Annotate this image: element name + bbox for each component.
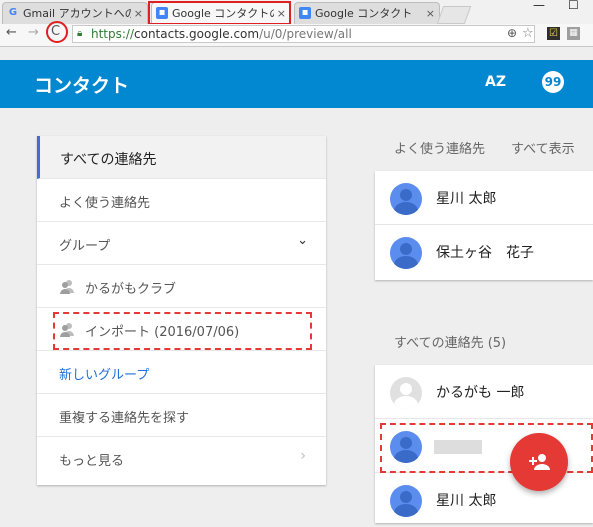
frequent-heading: よく使う連絡先 bbox=[394, 142, 486, 157]
avatar bbox=[390, 377, 422, 409]
avatar bbox=[390, 237, 422, 269]
frequent-contacts-card: 星川 太郎 保土ヶ谷 花子 bbox=[375, 171, 593, 280]
sidebar-nav: すべての連絡先 よく使う連絡先 グループ ⌄ かるがもクラブ インポート (20… bbox=[37, 136, 326, 485]
contact-row[interactable]: 星川 太郎 bbox=[375, 171, 593, 225]
forward-button[interactable]: → bbox=[28, 25, 39, 40]
contacts-favicon: ▪ bbox=[299, 7, 311, 19]
contact-row[interactable]: かるがも 一郎 bbox=[375, 365, 593, 419]
extension-icon[interactable]: ☑ bbox=[547, 27, 560, 40]
app-header: コンタクト AZ 99 bbox=[0, 60, 593, 108]
browser-tabstrip: G Gmail アカウントへの追 × ▪ Google コンタクトのプレ × ▪… bbox=[0, 0, 593, 24]
maximize-button[interactable]: ☐ bbox=[568, 0, 579, 12]
chat-bubble-icon[interactable]: 99 bbox=[542, 71, 564, 93]
avatar bbox=[390, 485, 422, 517]
address-bar[interactable]: 🔒︎ https://contacts.google.com/u/0/previ… bbox=[72, 25, 535, 43]
chevron-down-icon[interactable]: ⌄ bbox=[297, 233, 308, 248]
app-title: コンタクト bbox=[34, 75, 130, 97]
show-all-link[interactable]: すべて表示 bbox=[511, 138, 575, 157]
lock-icon: 🔒︎ bbox=[77, 28, 83, 39]
reload-highlight-circle bbox=[46, 21, 68, 43]
avatar bbox=[390, 183, 422, 215]
tab-highlight-box bbox=[148, 1, 291, 25]
sort-az-icon[interactable]: AZ bbox=[485, 74, 506, 90]
tab-gmail[interactable]: G Gmail アカウントへの追 × bbox=[2, 2, 148, 24]
url-text: https://contacts.google.com/u/0/preview/… bbox=[91, 27, 352, 41]
contact-row[interactable]: 保土ヶ谷 花子 bbox=[375, 225, 593, 279]
tab-close-icon[interactable]: × bbox=[134, 3, 143, 24]
import-highlight-box bbox=[53, 312, 312, 350]
tab-close-icon[interactable]: × bbox=[426, 3, 435, 24]
chevron-right-icon: › bbox=[300, 448, 306, 464]
google-g-icon: G bbox=[8, 7, 18, 18]
sidebar-item-frequent[interactable]: よく使う連絡先 bbox=[37, 179, 326, 222]
sidebar-item-find-duplicates[interactable]: 重複する連絡先を探す bbox=[37, 394, 326, 437]
add-person-icon bbox=[529, 454, 550, 470]
extension-icon[interactable]: ▦ bbox=[567, 27, 580, 40]
group-icon bbox=[60, 280, 74, 294]
sidebar-item-groups[interactable]: グループ ⌄ bbox=[37, 222, 326, 265]
new-tab-button[interactable] bbox=[436, 6, 472, 24]
sidebar-item-group-karugamo[interactable]: かるがもクラブ bbox=[37, 265, 326, 308]
bookmark-star-icon[interactable]: ☆ bbox=[522, 26, 534, 41]
back-button[interactable]: ← bbox=[6, 25, 17, 40]
tab-contacts[interactable]: ▪ Google コンタクト × bbox=[294, 2, 440, 24]
zoom-icon[interactable]: ⊕ bbox=[507, 26, 517, 40]
sidebar-item-all-contacts[interactable]: すべての連絡先 bbox=[37, 136, 326, 179]
add-contact-button[interactable] bbox=[510, 433, 568, 491]
sidebar-item-more[interactable]: もっと見る › bbox=[37, 437, 326, 480]
sidebar-item-new-group[interactable]: 新しいグループ bbox=[37, 351, 326, 394]
all-contacts-heading: すべての連絡先 (5) bbox=[394, 336, 507, 351]
minimize-button[interactable]: — bbox=[533, 0, 545, 12]
